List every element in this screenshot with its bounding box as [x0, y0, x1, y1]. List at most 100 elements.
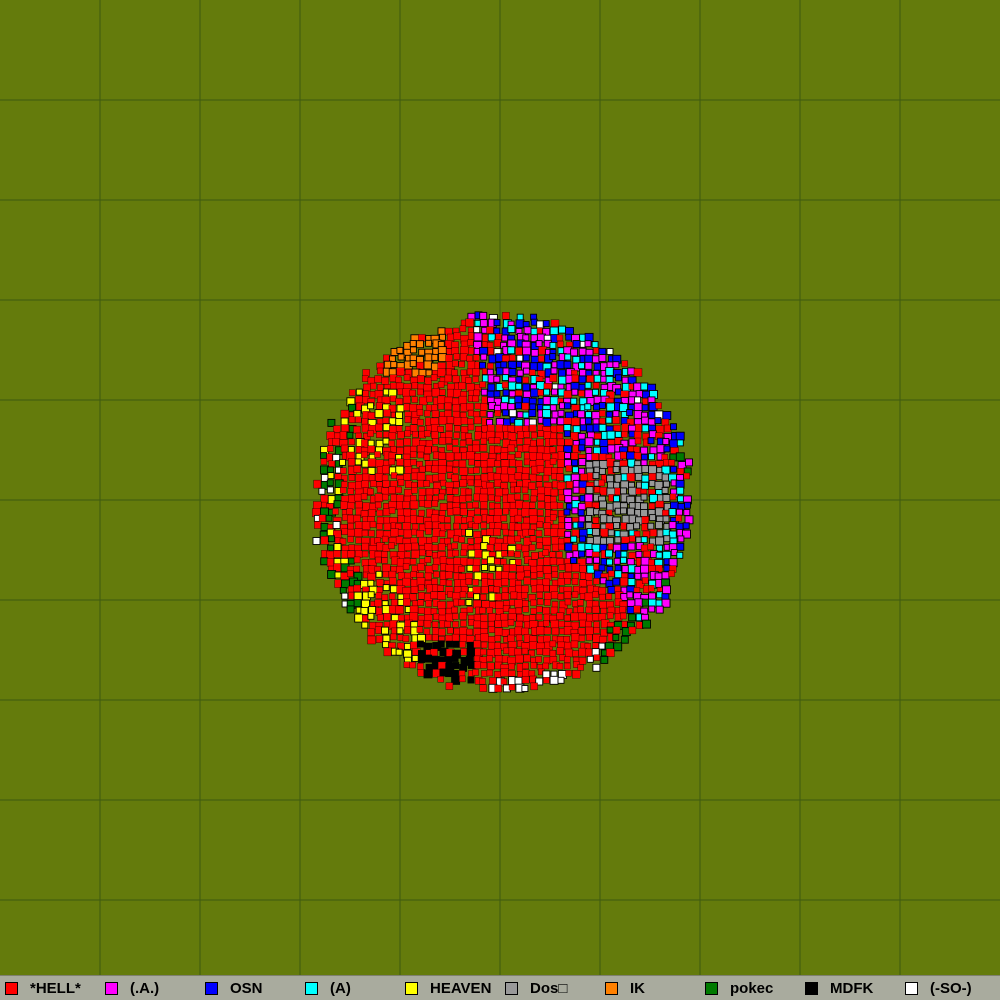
village[interactable]	[444, 402, 452, 411]
village[interactable]	[648, 479, 656, 487]
village[interactable]	[577, 599, 584, 606]
village[interactable]	[453, 535, 460, 542]
village[interactable]	[467, 423, 475, 431]
village[interactable]	[347, 557, 355, 565]
village[interactable]	[410, 571, 417, 578]
village[interactable]	[419, 396, 428, 406]
village[interactable]	[515, 543, 523, 551]
village[interactable]	[361, 480, 369, 488]
village[interactable]	[361, 451, 368, 459]
village[interactable]	[340, 444, 349, 453]
village[interactable]	[346, 431, 354, 439]
village[interactable]	[486, 528, 494, 536]
village[interactable]	[486, 418, 494, 426]
village[interactable]	[354, 458, 362, 466]
village[interactable]	[459, 591, 467, 598]
village[interactable]	[563, 636, 570, 643]
village[interactable]	[535, 530, 543, 537]
village[interactable]	[361, 550, 369, 558]
village[interactable]	[474, 508, 481, 515]
village[interactable]	[640, 481, 649, 490]
village[interactable]	[374, 493, 384, 502]
village[interactable]	[433, 571, 440, 578]
village[interactable]	[388, 507, 396, 514]
village[interactable]	[668, 521, 677, 530]
village[interactable]	[374, 375, 382, 383]
village[interactable]	[362, 369, 370, 377]
village[interactable]	[549, 458, 557, 465]
village[interactable]	[395, 648, 403, 656]
village[interactable]	[397, 515, 406, 523]
village[interactable]	[544, 592, 552, 600]
village[interactable]	[503, 647, 510, 655]
village[interactable]	[472, 523, 479, 530]
village[interactable]	[563, 360, 572, 369]
village[interactable]	[437, 585, 444, 592]
village[interactable]	[633, 402, 643, 412]
village[interactable]	[447, 627, 454, 634]
village[interactable]	[514, 648, 522, 656]
village[interactable]	[486, 556, 495, 565]
village[interactable]	[571, 388, 579, 396]
village[interactable]	[556, 467, 564, 474]
village[interactable]	[577, 664, 584, 671]
village[interactable]	[584, 417, 592, 425]
village[interactable]	[451, 669, 459, 677]
village[interactable]	[494, 684, 502, 693]
village[interactable]	[558, 325, 567, 334]
village[interactable]	[507, 346, 516, 355]
village[interactable]	[437, 601, 446, 610]
village[interactable]	[361, 621, 369, 629]
village[interactable]	[480, 648, 487, 656]
village[interactable]	[529, 641, 538, 650]
village[interactable]	[501, 619, 509, 628]
village[interactable]	[530, 662, 537, 669]
village[interactable]	[586, 375, 594, 383]
village[interactable]	[662, 411, 672, 420]
village[interactable]	[411, 437, 421, 447]
village[interactable]	[425, 634, 433, 641]
village[interactable]	[494, 495, 501, 503]
village[interactable]	[579, 487, 586, 494]
village[interactable]	[381, 474, 389, 482]
village[interactable]	[536, 452, 544, 461]
village[interactable]	[536, 542, 543, 549]
village[interactable]	[536, 648, 543, 655]
village[interactable]	[605, 416, 613, 424]
village[interactable]	[424, 430, 431, 437]
village[interactable]	[417, 563, 425, 571]
village[interactable]	[416, 472, 426, 481]
village[interactable]	[487, 572, 494, 580]
village[interactable]	[655, 425, 665, 434]
village[interactable]	[438, 353, 447, 363]
village[interactable]	[480, 641, 488, 649]
village[interactable]	[662, 515, 670, 523]
village[interactable]	[530, 495, 537, 503]
village[interactable]	[354, 528, 363, 537]
village[interactable]	[354, 493, 362, 502]
village[interactable]	[473, 416, 482, 425]
village[interactable]	[438, 628, 446, 636]
village[interactable]	[542, 474, 550, 482]
village[interactable]	[446, 416, 455, 424]
village[interactable]	[564, 656, 571, 663]
village[interactable]	[473, 530, 481, 539]
village[interactable]	[564, 598, 572, 606]
village[interactable]	[515, 402, 522, 410]
village[interactable]	[501, 523, 509, 530]
village[interactable]	[549, 557, 558, 566]
village[interactable]	[662, 585, 671, 595]
village[interactable]	[627, 578, 636, 586]
village[interactable]	[564, 452, 571, 460]
village[interactable]	[480, 403, 488, 411]
village[interactable]	[347, 446, 355, 453]
village[interactable]	[375, 423, 383, 432]
village[interactable]	[487, 362, 494, 370]
village[interactable]	[460, 502, 467, 510]
village[interactable]	[367, 635, 376, 645]
village[interactable]	[494, 627, 504, 637]
village[interactable]	[501, 543, 509, 551]
village[interactable]	[486, 544, 495, 552]
village[interactable]	[444, 620, 451, 628]
village[interactable]	[459, 479, 467, 487]
